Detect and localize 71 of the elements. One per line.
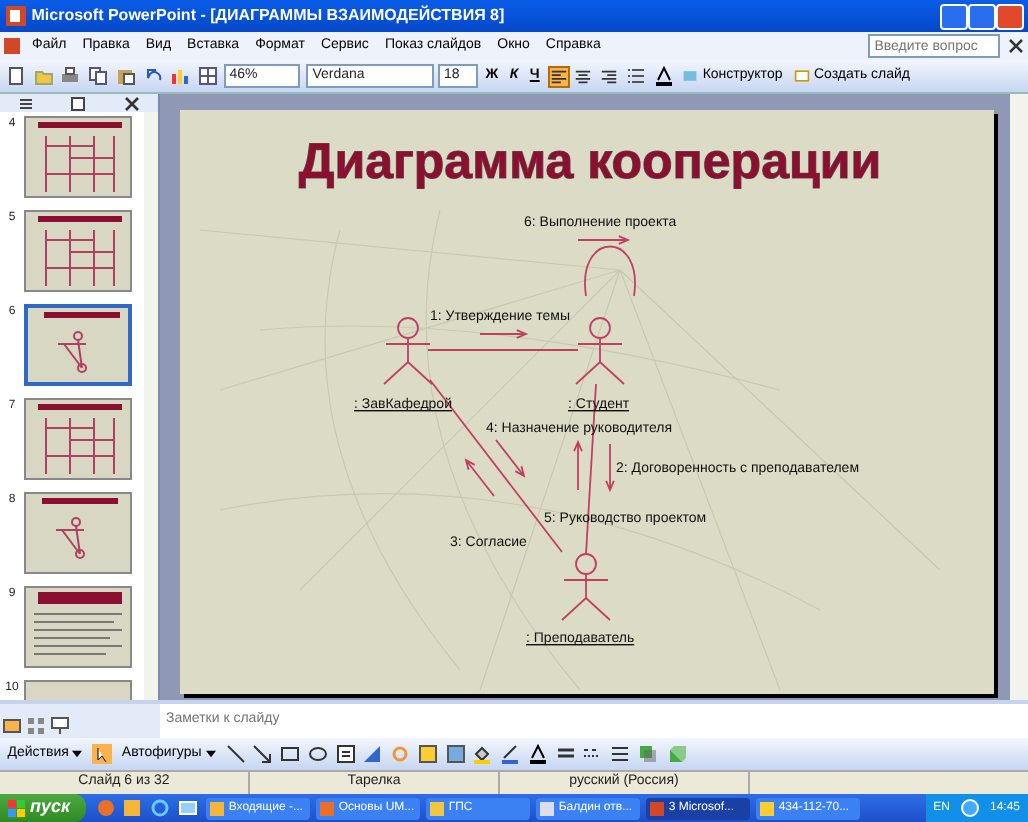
app-icon[interactable] — [120, 796, 145, 820]
message-arrow — [573, 439, 583, 491]
clipart-icon[interactable] — [415, 742, 440, 766]
fill-color-icon[interactable] — [470, 742, 495, 766]
windows-logo-icon — [8, 799, 26, 817]
message-arrow — [495, 439, 526, 478]
copy-icon[interactable] — [86, 64, 110, 88]
network-icon[interactable] — [957, 796, 982, 820]
new-document-icon[interactable] — [3, 64, 28, 88]
scrollbar[interactable] — [144, 112, 158, 700]
app-icon — [430, 801, 445, 815]
font-color-icon[interactable] — [651, 64, 676, 88]
slide-thumbnail[interactable] — [24, 210, 132, 292]
app-icon — [760, 801, 775, 815]
slide-thumbnail[interactable] — [24, 116, 132, 198]
slide-thumbnail[interactable] — [24, 304, 132, 386]
rectangle-icon[interactable] — [278, 742, 302, 766]
message-arrow — [479, 329, 529, 339]
align-button[interactable] — [547, 65, 570, 87]
caret-icon — [205, 750, 216, 758]
close-icon[interactable] — [119, 91, 144, 115]
app-icon — [650, 801, 665, 815]
scrollbar[interactable] — [1010, 94, 1028, 700]
message-arrow — [577, 235, 631, 245]
printer-icon[interactable] — [58, 64, 83, 88]
pointer-icon[interactable] — [90, 742, 115, 766]
align-button[interactable] — [598, 65, 621, 87]
design-icon — [682, 68, 699, 84]
image-icon[interactable] — [443, 742, 467, 766]
message-arrow — [605, 443, 615, 493]
slide-thumbnail[interactable] — [24, 492, 132, 574]
start-button[interactable]: пуск — [0, 794, 87, 822]
font-color-icon[interactable] — [525, 742, 550, 766]
maximize-button[interactable] — [968, 3, 996, 29]
app-icon[interactable] — [4, 4, 28, 28]
actor-figure — [383, 317, 433, 385]
line-icon[interactable] — [223, 742, 247, 766]
app-icon — [540, 801, 555, 815]
window-title: Microsoft PowerPoint - [ДИАГРАММЫ ВЗАИМОДЕЙСТВИЯ 8] — [31, 4, 507, 28]
app-icon — [320, 801, 335, 815]
app-icon — [210, 801, 225, 815]
grid-icon[interactable] — [196, 64, 220, 88]
internet-explorer-icon[interactable] — [148, 796, 173, 820]
align-button[interactable] — [572, 65, 595, 87]
paste-icon[interactable] — [113, 64, 138, 88]
message-arrow — [464, 458, 495, 497]
arrow-icon[interactable] — [250, 742, 275, 766]
slide-title: Диаграмма кооперации — [298, 134, 882, 190]
wordart-icon[interactable] — [360, 742, 385, 766]
slide-thumbnail[interactable] — [24, 586, 132, 668]
ellipse-icon[interactable] — [305, 742, 330, 766]
self-loop — [584, 245, 636, 297]
slide-thumbnail[interactable] — [24, 398, 132, 480]
slides-icon[interactable] — [66, 91, 91, 115]
caret-icon — [72, 750, 83, 758]
chart-icon[interactable] — [168, 64, 193, 88]
arrow-style-icon[interactable] — [608, 742, 632, 766]
minimize-button[interactable] — [940, 3, 968, 29]
close-icon[interactable] — [1004, 34, 1028, 58]
actor-figure — [575, 317, 625, 385]
new-slide-icon — [793, 68, 810, 84]
shadow-icon[interactable] — [635, 742, 660, 766]
show-desktop-icon[interactable] — [175, 796, 200, 820]
app-icon[interactable] — [0, 34, 24, 58]
actor-figure — [561, 553, 611, 621]
close-button[interactable] — [996, 3, 1024, 29]
textbox-icon[interactable] — [333, 742, 357, 766]
normal-view-icon[interactable] — [0, 714, 24, 738]
bullet-list-icon[interactable] — [623, 64, 648, 88]
slideshow-icon[interactable] — [48, 714, 72, 738]
line-color-icon[interactable] — [498, 742, 522, 766]
